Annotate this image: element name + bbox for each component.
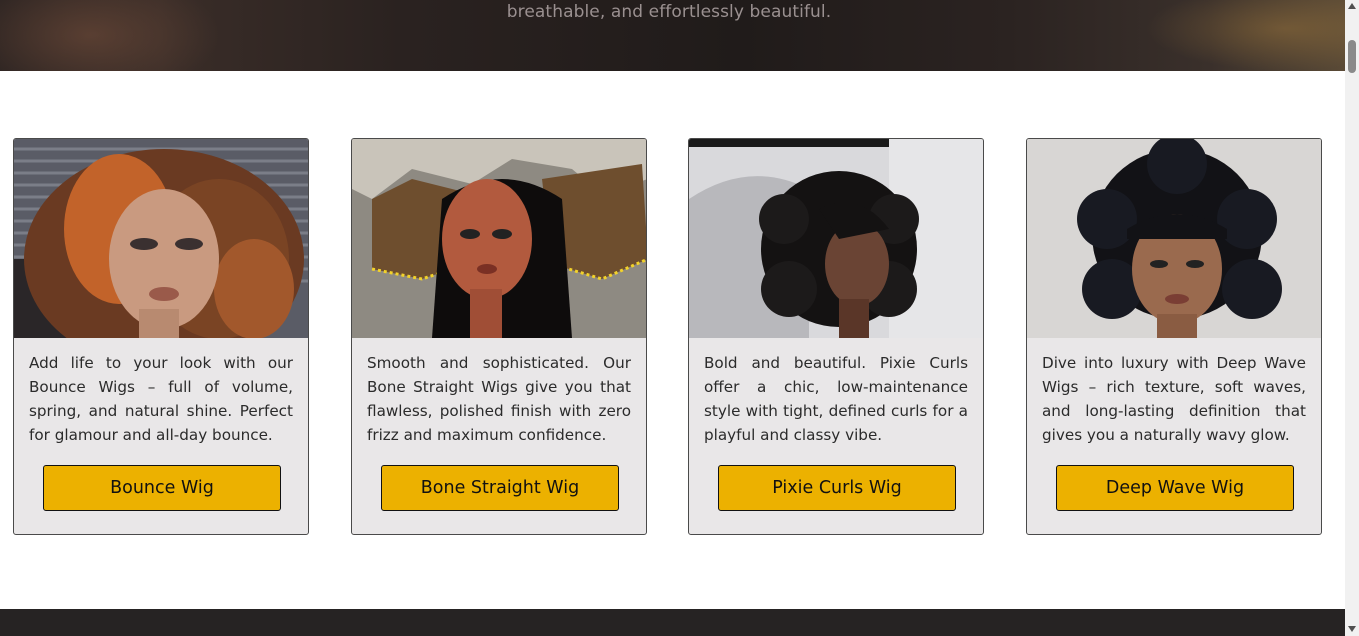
bone-straight-wig-photo xyxy=(352,139,646,338)
footer xyxy=(0,609,1345,636)
scroll-up-icon[interactable] xyxy=(1348,3,1356,9)
product-card-deep-wave-wig: Dive into luxury with Deep Wave Wigs – r… xyxy=(1026,138,1322,535)
product-card-bounce-wig: Add life to your look with our Bounce Wi… xyxy=(13,138,309,535)
bounce-wig-button[interactable]: Bounce Wig xyxy=(43,465,281,511)
pixie-curls-wig-photo xyxy=(689,139,983,338)
scrollbar-thumb[interactable] xyxy=(1348,40,1356,73)
pixie-curls-wig-button[interactable]: Pixie Curls Wig xyxy=(718,465,956,511)
card-description: Smooth and sophisticated. Our Bone Strai… xyxy=(367,354,631,444)
scroll-down-icon[interactable] xyxy=(1348,626,1356,632)
deep-wave-wig-photo xyxy=(1027,139,1321,338)
hero-banner: breathable, and effortlessly beautiful. xyxy=(0,0,1345,71)
deep-wave-wig-button[interactable]: Deep Wave Wig xyxy=(1056,465,1294,511)
product-card-bone-straight-wig: Smooth and sophisticated. Our Bone Strai… xyxy=(351,138,647,535)
bounce-wig-photo xyxy=(14,139,308,338)
card-description: Bold and beautiful. Pixie Curls offer a … xyxy=(704,354,968,444)
product-card-pixie-curls-wig: Bold and beautiful. Pixie Curls offer a … xyxy=(688,138,984,535)
card-description: Dive into luxury with Deep Wave Wigs – r… xyxy=(1042,354,1306,444)
page-scrollbar[interactable] xyxy=(1345,0,1359,636)
bone-straight-wig-button[interactable]: Bone Straight Wig xyxy=(381,465,619,511)
hero-subtitle: breathable, and effortlessly beautiful. xyxy=(506,2,832,22)
card-description: Add life to your look with our Bounce Wi… xyxy=(29,354,293,444)
